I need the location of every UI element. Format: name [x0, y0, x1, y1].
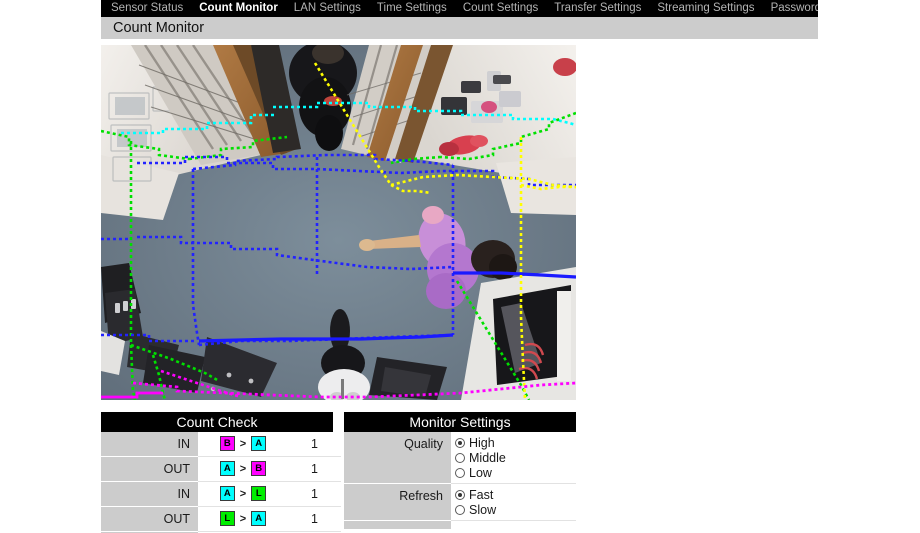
count-direction-label: IN [101, 481, 198, 507]
zone-transition: A > B [198, 456, 288, 482]
radio-option-label: High [469, 435, 495, 450]
radio-button-icon[interactable] [455, 489, 465, 500]
setting-label-refresh: Refresh [344, 483, 451, 521]
count-direction-label: IN [101, 432, 198, 457]
count-check-panel: Count Check IN B > A 1 OUT A > B 1 IN A > L 1 OUT L > A 1 [101, 412, 341, 533]
zone-transition: L > A [198, 506, 288, 532]
zone-badge-from: A [219, 486, 235, 502]
page-title: Count Monitor [113, 20, 205, 36]
page-title-bar: Count Monitor [101, 17, 818, 40]
radio-option-fast[interactable]: Fast [455, 487, 576, 502]
transition-arrow-icon: > [239, 512, 247, 525]
camera-image-svg [101, 45, 576, 400]
count-direction-label: OUT [101, 506, 198, 532]
footer-spacer-right [451, 520, 576, 529]
setting-options-refresh: Fast Slow [451, 483, 576, 521]
monitor-settings-table: Quality High Middle Low Refresh Fast Slow [344, 432, 576, 529]
radio-option-label: Fast [469, 487, 494, 502]
footer-spacer-left [344, 520, 451, 529]
nav-item-password-settings[interactable]: Password Settings [763, 0, 818, 17]
monitor-settings-footer [344, 520, 576, 529]
radio-button-icon[interactable] [455, 504, 465, 515]
page-root: Sensor Status Count Monitor LAN Settings Ti… [0, 0, 920, 533]
count-check-row: OUT L > A 1 [101, 506, 341, 532]
zone-transition: B > A [198, 432, 288, 457]
radio-option-middle[interactable]: Middle [455, 450, 576, 465]
count-value: 1 [288, 506, 341, 532]
nav-item-count-monitor[interactable]: Count Monitor [191, 0, 286, 17]
count-check-row: IN A > L 1 [101, 481, 341, 507]
nav-item-sensor-status[interactable]: Sensor Status [103, 0, 191, 17]
zone-badge-from: A [219, 461, 235, 477]
radio-button-icon[interactable] [455, 452, 465, 463]
radio-button-icon[interactable] [455, 437, 465, 448]
nav-item-count-settings[interactable]: Count Settings [455, 0, 546, 17]
setting-label-quality: Quality [344, 432, 451, 484]
nav-item-time-settings[interactable]: Time Settings [369, 0, 455, 17]
count-check-title: Count Check [101, 412, 333, 432]
zone-badge-to: A [251, 511, 267, 527]
radio-option-label: Low [469, 465, 492, 480]
count-value: 1 [288, 432, 341, 457]
transition-arrow-icon: > [239, 437, 247, 450]
zone-badge-from: B [219, 436, 235, 452]
radio-option-label: Middle [469, 450, 506, 465]
nav-item-streaming-settings[interactable]: Streaming Settings [649, 0, 762, 17]
radio-option-label: Slow [469, 502, 497, 517]
nav-item-lan-settings[interactable]: LAN Settings [286, 0, 369, 17]
transition-arrow-icon: > [239, 487, 247, 500]
count-value: 1 [288, 456, 341, 482]
nav-item-transfer-settings[interactable]: Transfer Settings [546, 0, 649, 17]
zone-transition: A > L [198, 481, 288, 507]
zone-badge-from: L [219, 511, 235, 527]
zone-badge-to: L [251, 486, 267, 502]
monitor-settings-title: Monitor Settings [344, 412, 576, 432]
radio-option-high[interactable]: High [455, 435, 576, 450]
zone-badge-to: B [251, 461, 267, 477]
monitor-settings-panel: Monitor Settings Quality High Middle Low Ref… [344, 412, 576, 529]
count-check-table: IN B > A 1 OUT A > B 1 IN A > L 1 OUT L > A 1 [101, 432, 341, 533]
count-direction-label: OUT [101, 456, 198, 482]
count-check-row: IN B > A 1 [101, 432, 341, 457]
camera-live-view[interactable] [101, 45, 576, 400]
transition-arrow-icon: > [239, 462, 247, 475]
camera-frame [101, 45, 576, 400]
radio-option-low[interactable]: Low [455, 465, 576, 480]
setting-options-quality: High Middle Low [451, 432, 576, 484]
radio-button-icon[interactable] [455, 467, 465, 478]
monitor-setting-row: Refresh Fast Slow [344, 483, 576, 521]
monitor-setting-row: Quality High Middle Low [344, 432, 576, 484]
count-value: 1 [288, 481, 341, 507]
zone-badge-to: A [251, 436, 267, 452]
count-check-row: OUT A > B 1 [101, 456, 341, 482]
main-navigation: Sensor Status Count Monitor LAN Settings Ti… [101, 0, 818, 17]
radio-option-slow[interactable]: Slow [455, 502, 576, 517]
